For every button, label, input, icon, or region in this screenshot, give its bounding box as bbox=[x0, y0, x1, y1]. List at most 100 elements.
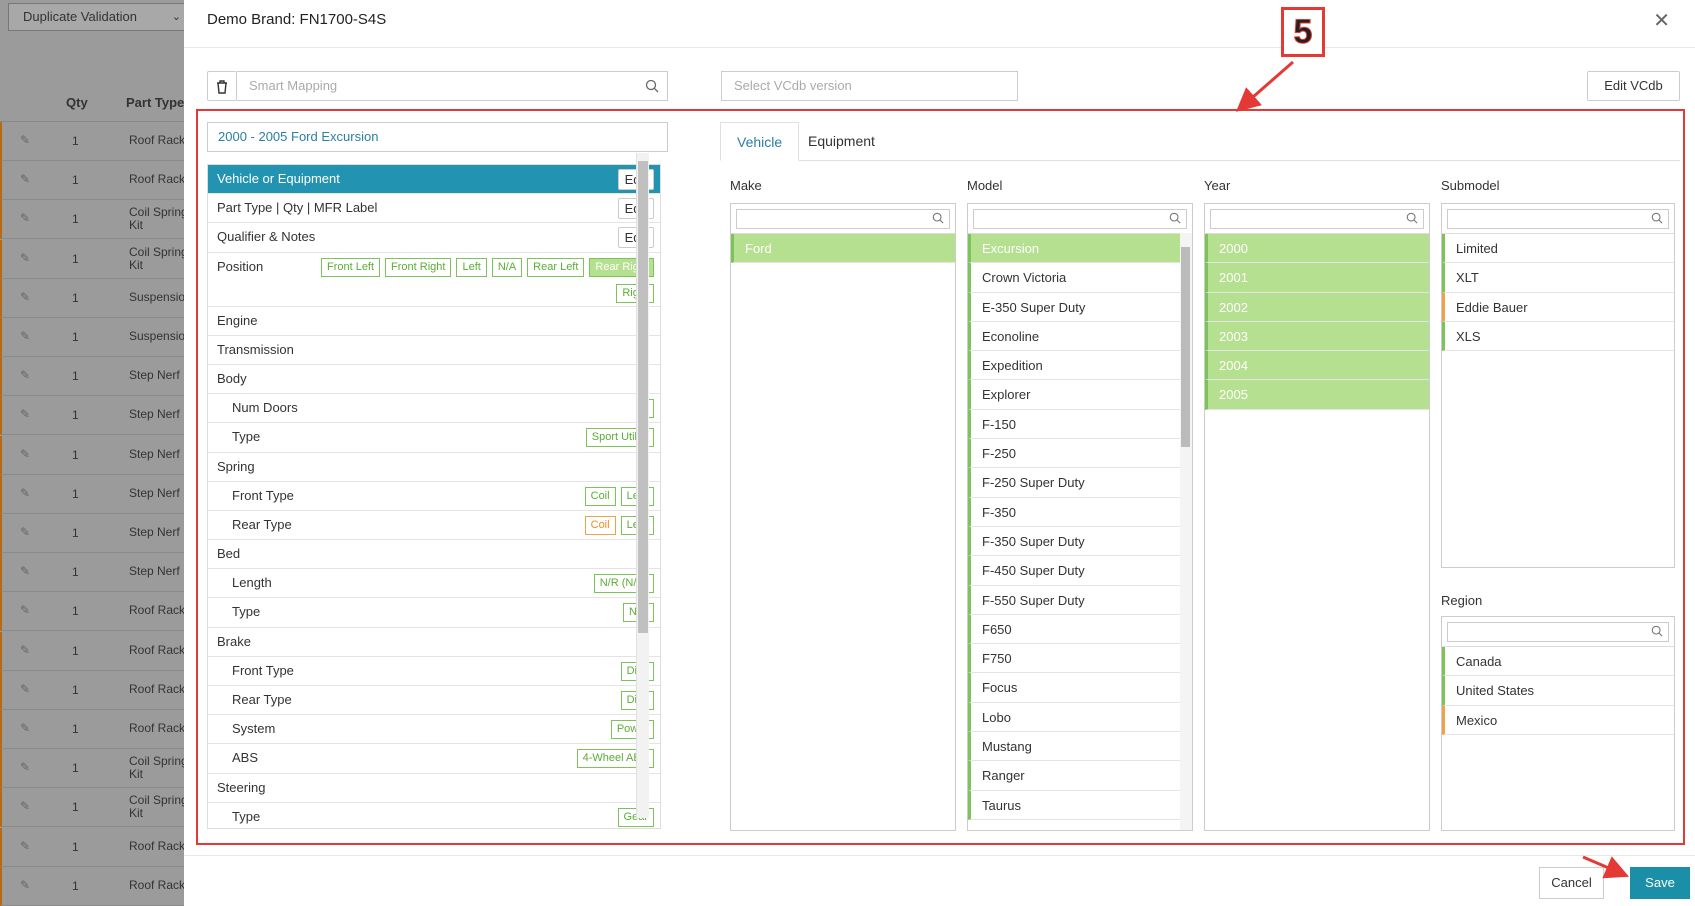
region-list-item[interactable]: Canada bbox=[1442, 647, 1674, 677]
search-icon[interactable] bbox=[1651, 212, 1663, 227]
position-tag[interactable]: N/A bbox=[491, 257, 523, 277]
edit-pencil-icon[interactable]: ✎ bbox=[20, 643, 30, 657]
edit-vcdb-button[interactable]: Edit VCdb bbox=[1587, 71, 1680, 101]
edit-pencil-icon[interactable]: ✎ bbox=[20, 211, 30, 225]
trash-button[interactable] bbox=[207, 71, 237, 101]
model-list-item[interactable]: F-250 bbox=[968, 439, 1180, 469]
model-list-item[interactable]: F650 bbox=[968, 614, 1180, 645]
table-row[interactable]: ✎ 1 Step Nerf bbox=[0, 553, 200, 593]
model-list-item[interactable]: F-450 Super Duty bbox=[968, 556, 1180, 586]
table-row[interactable]: ✎ 1 Step Nerf bbox=[0, 474, 200, 514]
position-tag[interactable]: Left bbox=[456, 257, 487, 277]
model-list-item[interactable]: Crown Victoria bbox=[968, 263, 1180, 293]
model-search-input[interactable] bbox=[973, 209, 1187, 229]
model-list-item[interactable]: Econoline bbox=[968, 321, 1180, 352]
edit-pencil-icon[interactable]: ✎ bbox=[20, 290, 30, 304]
application-selector[interactable]: 2000 - 2005 Ford Excursion bbox=[207, 122, 668, 152]
table-row[interactable]: ✎ 1 Roof Rack bbox=[0, 592, 200, 632]
model-list-item[interactable]: F750 bbox=[968, 644, 1180, 674]
edit-pencil-icon[interactable]: ✎ bbox=[20, 486, 30, 500]
edit-pencil-icon[interactable]: ✎ bbox=[20, 172, 30, 186]
search-icon[interactable] bbox=[645, 79, 659, 93]
position-tag[interactable]: Front Right bbox=[385, 257, 452, 277]
table-row[interactable]: ✎ 1 Coil Spring Kit bbox=[0, 239, 200, 279]
position-tag[interactable]: Rear Left bbox=[527, 257, 585, 277]
model-list-item[interactable]: Ranger bbox=[968, 761, 1180, 791]
year-list-item[interactable]: 2000 bbox=[1205, 234, 1429, 264]
edit-pencil-icon[interactable]: ✎ bbox=[20, 564, 30, 578]
search-icon[interactable] bbox=[932, 212, 944, 227]
search-icon[interactable] bbox=[1169, 212, 1181, 227]
model-list-item[interactable]: Taurus bbox=[968, 790, 1180, 820]
table-row[interactable]: ✎ 1 Roof Rack bbox=[0, 161, 200, 201]
table-row[interactable]: ✎ 1 Coil Spring Kit bbox=[0, 200, 200, 240]
model-list-item[interactable]: F-550 Super Duty bbox=[968, 585, 1180, 615]
submodel-list-item[interactable]: XLS bbox=[1442, 321, 1674, 352]
edit-pencil-icon[interactable]: ✎ bbox=[20, 760, 30, 774]
table-row[interactable]: ✎ 1 Suspension bbox=[0, 278, 200, 318]
edit-pencil-icon[interactable]: ✎ bbox=[20, 603, 30, 617]
table-row[interactable]: ✎ 1 Step Nerf bbox=[0, 396, 200, 436]
duplicate-validation-dropdown[interactable]: Duplicate Validation ⌄ bbox=[8, 3, 188, 31]
table-row[interactable]: ✎ 1 Step Nerf bbox=[0, 514, 200, 553]
table-row[interactable]: ✎ 1 Roof Rack bbox=[0, 631, 200, 671]
search-icon[interactable] bbox=[1651, 625, 1663, 640]
model-list-item[interactable]: Explorer bbox=[968, 380, 1180, 410]
edit-pencil-icon[interactable]: ✎ bbox=[20, 133, 30, 147]
model-list-item[interactable]: Expedition bbox=[968, 351, 1180, 381]
year-list-item[interactable]: 2005 bbox=[1205, 380, 1429, 410]
model-list-item[interactable]: F-250 Super Duty bbox=[968, 468, 1180, 498]
year-list-item[interactable]: 2002 bbox=[1205, 292, 1429, 322]
make-search-input[interactable] bbox=[736, 209, 950, 229]
table-row[interactable]: ✎ 1 Coil Spring Kit bbox=[0, 788, 200, 828]
region-search-input[interactable] bbox=[1447, 622, 1669, 642]
smart-mapping-input[interactable]: Smart Mapping bbox=[237, 71, 668, 101]
save-button[interactable]: Save bbox=[1630, 867, 1690, 899]
table-row[interactable]: ✎ 1 Roof Rack bbox=[0, 827, 200, 867]
model-list-item[interactable]: E-350 Super Duty bbox=[968, 292, 1180, 322]
table-row[interactable]: ✎ 1 Step Nerf bbox=[0, 357, 200, 397]
model-list-item[interactable]: F-350 bbox=[968, 497, 1180, 527]
table-row[interactable]: ✎ 1 Roof Rack bbox=[0, 710, 200, 749]
edit-pencil-icon[interactable]: ✎ bbox=[20, 251, 30, 265]
year-list-item[interactable]: 2003 bbox=[1205, 321, 1429, 352]
search-icon[interactable] bbox=[1406, 212, 1418, 227]
edit-pencil-icon[interactable]: ✎ bbox=[20, 839, 30, 853]
edit-pencil-icon[interactable]: ✎ bbox=[20, 407, 30, 421]
year-list-item[interactable]: 2001 bbox=[1205, 263, 1429, 293]
submodel-list-item[interactable]: Eddie Bauer bbox=[1442, 292, 1674, 322]
submodel-search-input[interactable] bbox=[1447, 209, 1669, 229]
model-list-item[interactable]: F-150 bbox=[968, 409, 1180, 440]
model-list-item[interactable]: Excursion bbox=[968, 234, 1180, 264]
edit-pencil-icon[interactable]: ✎ bbox=[20, 799, 30, 813]
table-row[interactable]: ✎ 1 Coil Spring Kit bbox=[0, 749, 200, 789]
edit-pencil-icon[interactable]: ✎ bbox=[20, 721, 30, 735]
edit-pencil-icon[interactable]: ✎ bbox=[20, 329, 30, 343]
edit-pencil-icon[interactable]: ✎ bbox=[20, 878, 30, 892]
year-list-item[interactable]: 2004 bbox=[1205, 351, 1429, 381]
model-list-item[interactable]: Lobo bbox=[968, 702, 1180, 733]
edit-pencil-icon[interactable]: ✎ bbox=[20, 368, 30, 382]
attributes-scrollbar[interactable] bbox=[636, 153, 649, 818]
model-list-item[interactable]: F-350 Super Duty bbox=[968, 526, 1180, 557]
tab-equipment[interactable]: Equipment bbox=[792, 122, 891, 161]
region-list-item[interactable]: United States bbox=[1442, 676, 1674, 706]
edit-pencil-icon[interactable]: ✎ bbox=[20, 447, 30, 461]
submodel-list-item[interactable]: XLT bbox=[1442, 263, 1674, 293]
cancel-button[interactable]: Cancel bbox=[1539, 867, 1604, 899]
submodel-list-item[interactable]: Limited bbox=[1442, 234, 1674, 264]
table-row[interactable]: ✎ 1 Roof Rack bbox=[0, 670, 200, 710]
model-list-item[interactable]: Focus bbox=[968, 673, 1180, 703]
table-row[interactable]: ✎ 1 Step Nerf bbox=[0, 435, 200, 475]
year-search-input[interactable] bbox=[1210, 209, 1424, 229]
model-scrollbar-thumb[interactable] bbox=[1181, 247, 1190, 447]
region-list-item[interactable]: Mexico bbox=[1442, 705, 1674, 735]
table-row[interactable]: ✎ 1 Suspension bbox=[0, 318, 200, 357]
attribute-value-tag[interactable]: Coil bbox=[584, 515, 616, 535]
make-list-item[interactable]: Ford bbox=[731, 234, 955, 264]
table-row[interactable]: ✎ 1 Roof Rack bbox=[0, 866, 200, 906]
position-tag[interactable]: Front Left bbox=[320, 257, 381, 277]
model-list-item[interactable]: Mustang bbox=[968, 732, 1180, 762]
close-icon[interactable]: ✕ bbox=[1653, 8, 1670, 33]
model-scrollbar[interactable] bbox=[1180, 233, 1192, 830]
